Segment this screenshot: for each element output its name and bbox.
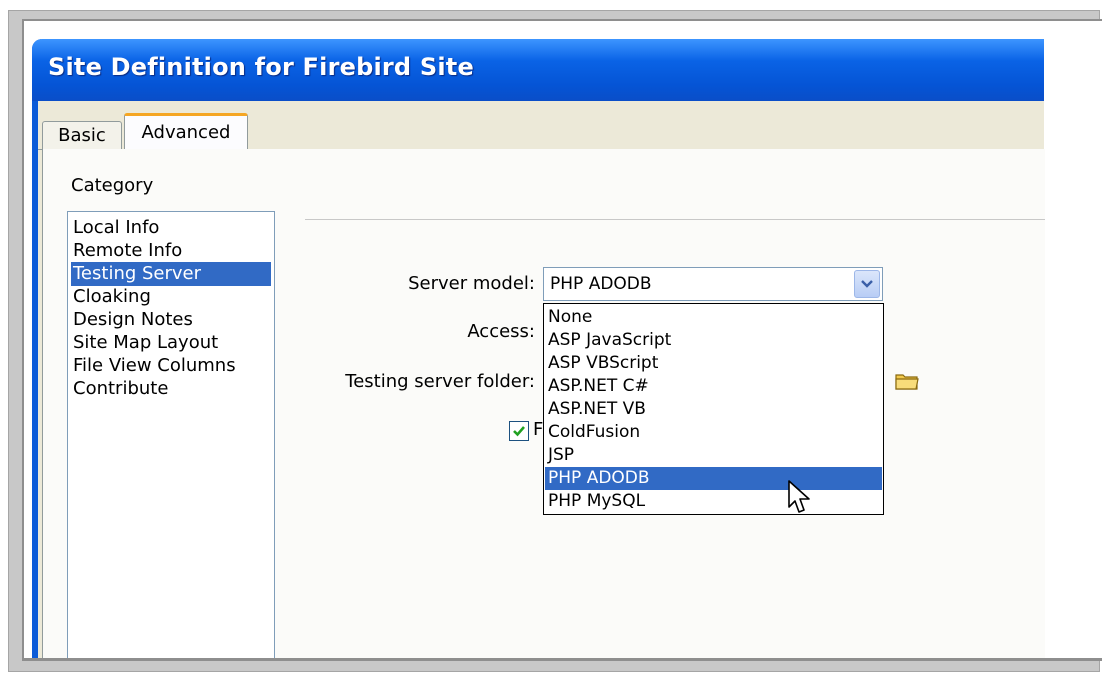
- testing-server-checkbox[interactable]: [509, 421, 529, 441]
- tab-strip: Basic Advanced: [38, 101, 1044, 153]
- access-label: Access:: [467, 321, 535, 342]
- category-item-contribute[interactable]: Contribute: [71, 377, 271, 401]
- category-item-local-info[interactable]: Local Info: [71, 216, 271, 240]
- advanced-panel: Category Local Info Remote Info Testing …: [42, 149, 1045, 658]
- category-item-design-notes[interactable]: Design Notes: [71, 308, 271, 332]
- checkbox-label: F: [533, 419, 544, 440]
- chevron-down-icon[interactable]: [854, 270, 880, 298]
- mouse-pointer-icon: [787, 479, 813, 519]
- server-model-dropdown-list[interactable]: None ASP JavaScript ASP VBScript ASP.NET…: [543, 303, 884, 515]
- option-php-mysql[interactable]: PHP MySQL: [545, 490, 882, 513]
- dialog-titlebar[interactable]: Site Definition for Firebird Site: [32, 39, 1044, 101]
- category-item-cloaking[interactable]: Cloaking: [71, 285, 271, 309]
- screenshot-frame: Site Definition for Firebird Site Basic …: [8, 10, 1102, 672]
- folder-icon[interactable]: [895, 371, 919, 395]
- dialog-title: Site Definition for Firebird Site: [48, 53, 474, 81]
- site-definition-dialog: Site Definition for Firebird Site Basic …: [32, 39, 1045, 658]
- category-label: Category: [71, 175, 154, 196]
- option-none[interactable]: None: [545, 306, 882, 329]
- category-item-remote-info[interactable]: Remote Info: [71, 239, 271, 263]
- option-aspnet-vb[interactable]: ASP.NET VB: [545, 398, 882, 421]
- server-model-value: PHP ADODB: [550, 274, 652, 294]
- category-list[interactable]: Local Info Remote Info Testing Server Cl…: [67, 211, 275, 658]
- option-coldfusion[interactable]: ColdFusion: [545, 421, 882, 444]
- tab-basic[interactable]: Basic: [42, 121, 122, 150]
- option-asp-javascript[interactable]: ASP JavaScript: [545, 329, 882, 352]
- category-item-file-view-columns[interactable]: File View Columns: [71, 354, 271, 378]
- testing-server-folder-label: Testing server folder:: [345, 371, 535, 392]
- option-aspnet-csharp[interactable]: ASP.NET C#: [545, 375, 882, 398]
- server-model-label: Server model:: [408, 273, 535, 294]
- category-item-testing-server[interactable]: Testing Server: [71, 262, 271, 286]
- option-asp-vbscript[interactable]: ASP VBScript: [545, 352, 882, 375]
- screenshot-inner: Site Definition for Firebird Site Basic …: [22, 19, 1102, 661]
- section-divider: [305, 219, 1045, 220]
- option-php-adodb[interactable]: PHP ADODB: [545, 467, 882, 490]
- server-model-select[interactable]: PHP ADODB: [543, 267, 883, 301]
- tab-advanced[interactable]: Advanced: [124, 113, 248, 153]
- option-jsp[interactable]: JSP: [545, 444, 882, 467]
- category-item-site-map-layout[interactable]: Site Map Layout: [71, 331, 271, 355]
